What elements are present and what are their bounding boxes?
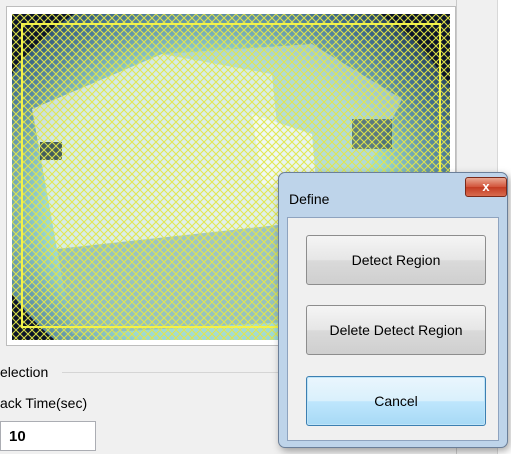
dialog-body: Detect Region Delete Detect Region Cance… xyxy=(287,217,499,441)
selection-group-label: election xyxy=(0,364,49,380)
delete-detect-region-button[interactable]: Delete Detect Region xyxy=(306,305,486,355)
group-divider xyxy=(62,372,302,373)
close-icon: x xyxy=(482,179,490,194)
track-time-label: ack Time(sec) xyxy=(0,395,88,411)
track-time-input[interactable]: 10 xyxy=(0,421,96,451)
cancel-button[interactable]: Cancel xyxy=(306,376,486,426)
app-window: election ack Time(sec) 10 Define x Detec… xyxy=(0,0,511,454)
dialog-title: Define xyxy=(289,191,330,207)
detect-region-button[interactable]: Detect Region xyxy=(306,235,486,285)
define-dialog: Define x Detect Region Delete Detect Reg… xyxy=(278,172,508,448)
close-button[interactable]: x xyxy=(465,177,507,197)
